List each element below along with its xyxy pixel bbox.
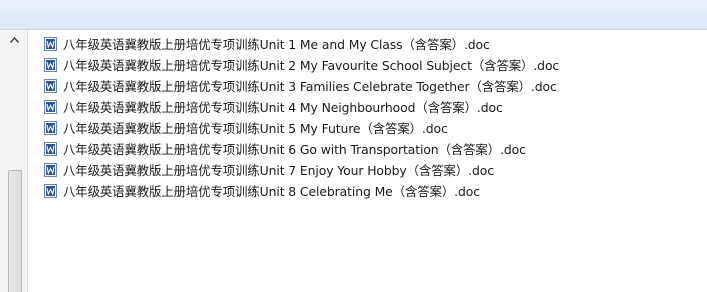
file-list-item[interactable]: 八年级英语冀教版上册培优专项训练Unit 7 Enjoy Your Hobby（… (44, 159, 559, 180)
file-name: 八年级英语冀教版上册培优专项训练Unit 3 Families Celebrat… (63, 78, 557, 94)
file-list-item[interactable]: 八年级英语冀教版上册培优专项训练Unit 6 Go with Transport… (44, 138, 559, 159)
file-list-item[interactable]: 八年级英语冀教版上册培优专项训练Unit 3 Families Celebrat… (44, 75, 559, 96)
file-list-item[interactable]: 八年级英语冀教版上册培优专项训练Unit 5 My Future（含答案）.do… (44, 117, 559, 138)
word-doc-icon (44, 183, 57, 198)
file-list-item[interactable]: 八年级英语冀教版上册培优专项训练Unit 8 Celebrating Me（含答… (44, 180, 559, 201)
scroll-up-arrow-icon[interactable] (8, 34, 20, 46)
file-name: 八年级英语冀教版上册培优专项训练Unit 7 Enjoy Your Hobby（… (63, 162, 494, 178)
file-name: 八年级英语冀教版上册培优专项训练Unit 2 My Favourite Scho… (63, 57, 560, 73)
file-list-item[interactable]: 八年级英语冀教版上册培优专项训练Unit 2 My Favourite Scho… (44, 54, 559, 75)
file-list: 八年级英语冀教版上册培优专项训练Unit 1 Me and My Class（含… (44, 33, 559, 201)
vertical-scrollbar[interactable] (0, 30, 28, 292)
window-header-bar (0, 0, 707, 30)
scrollbar-thumb[interactable] (8, 170, 22, 292)
file-name: 八年级英语冀教版上册培优专项训练Unit 8 Celebrating Me（含答… (63, 183, 480, 199)
word-doc-icon (44, 36, 57, 51)
file-name: 八年级英语冀教版上册培优专项训练Unit 5 My Future（含答案）.do… (63, 120, 448, 136)
word-doc-icon (44, 141, 57, 156)
word-doc-icon (44, 99, 57, 114)
file-list-item[interactable]: 八年级英语冀教版上册培优专项训练Unit 1 Me and My Class（含… (44, 33, 559, 54)
file-name: 八年级英语冀教版上册培优专项训练Unit 6 Go with Transport… (63, 141, 526, 157)
file-name: 八年级英语冀教版上册培优专项训练Unit 1 Me and My Class（含… (63, 36, 490, 52)
word-doc-icon (44, 162, 57, 177)
word-doc-icon (44, 57, 57, 72)
word-doc-icon (44, 120, 57, 135)
file-list-item[interactable]: 八年级英语冀教版上册培优专项训练Unit 4 My Neighbourhood（… (44, 96, 559, 117)
word-doc-icon (44, 78, 57, 93)
file-name: 八年级英语冀教版上册培优专项训练Unit 4 My Neighbourhood（… (63, 99, 503, 115)
